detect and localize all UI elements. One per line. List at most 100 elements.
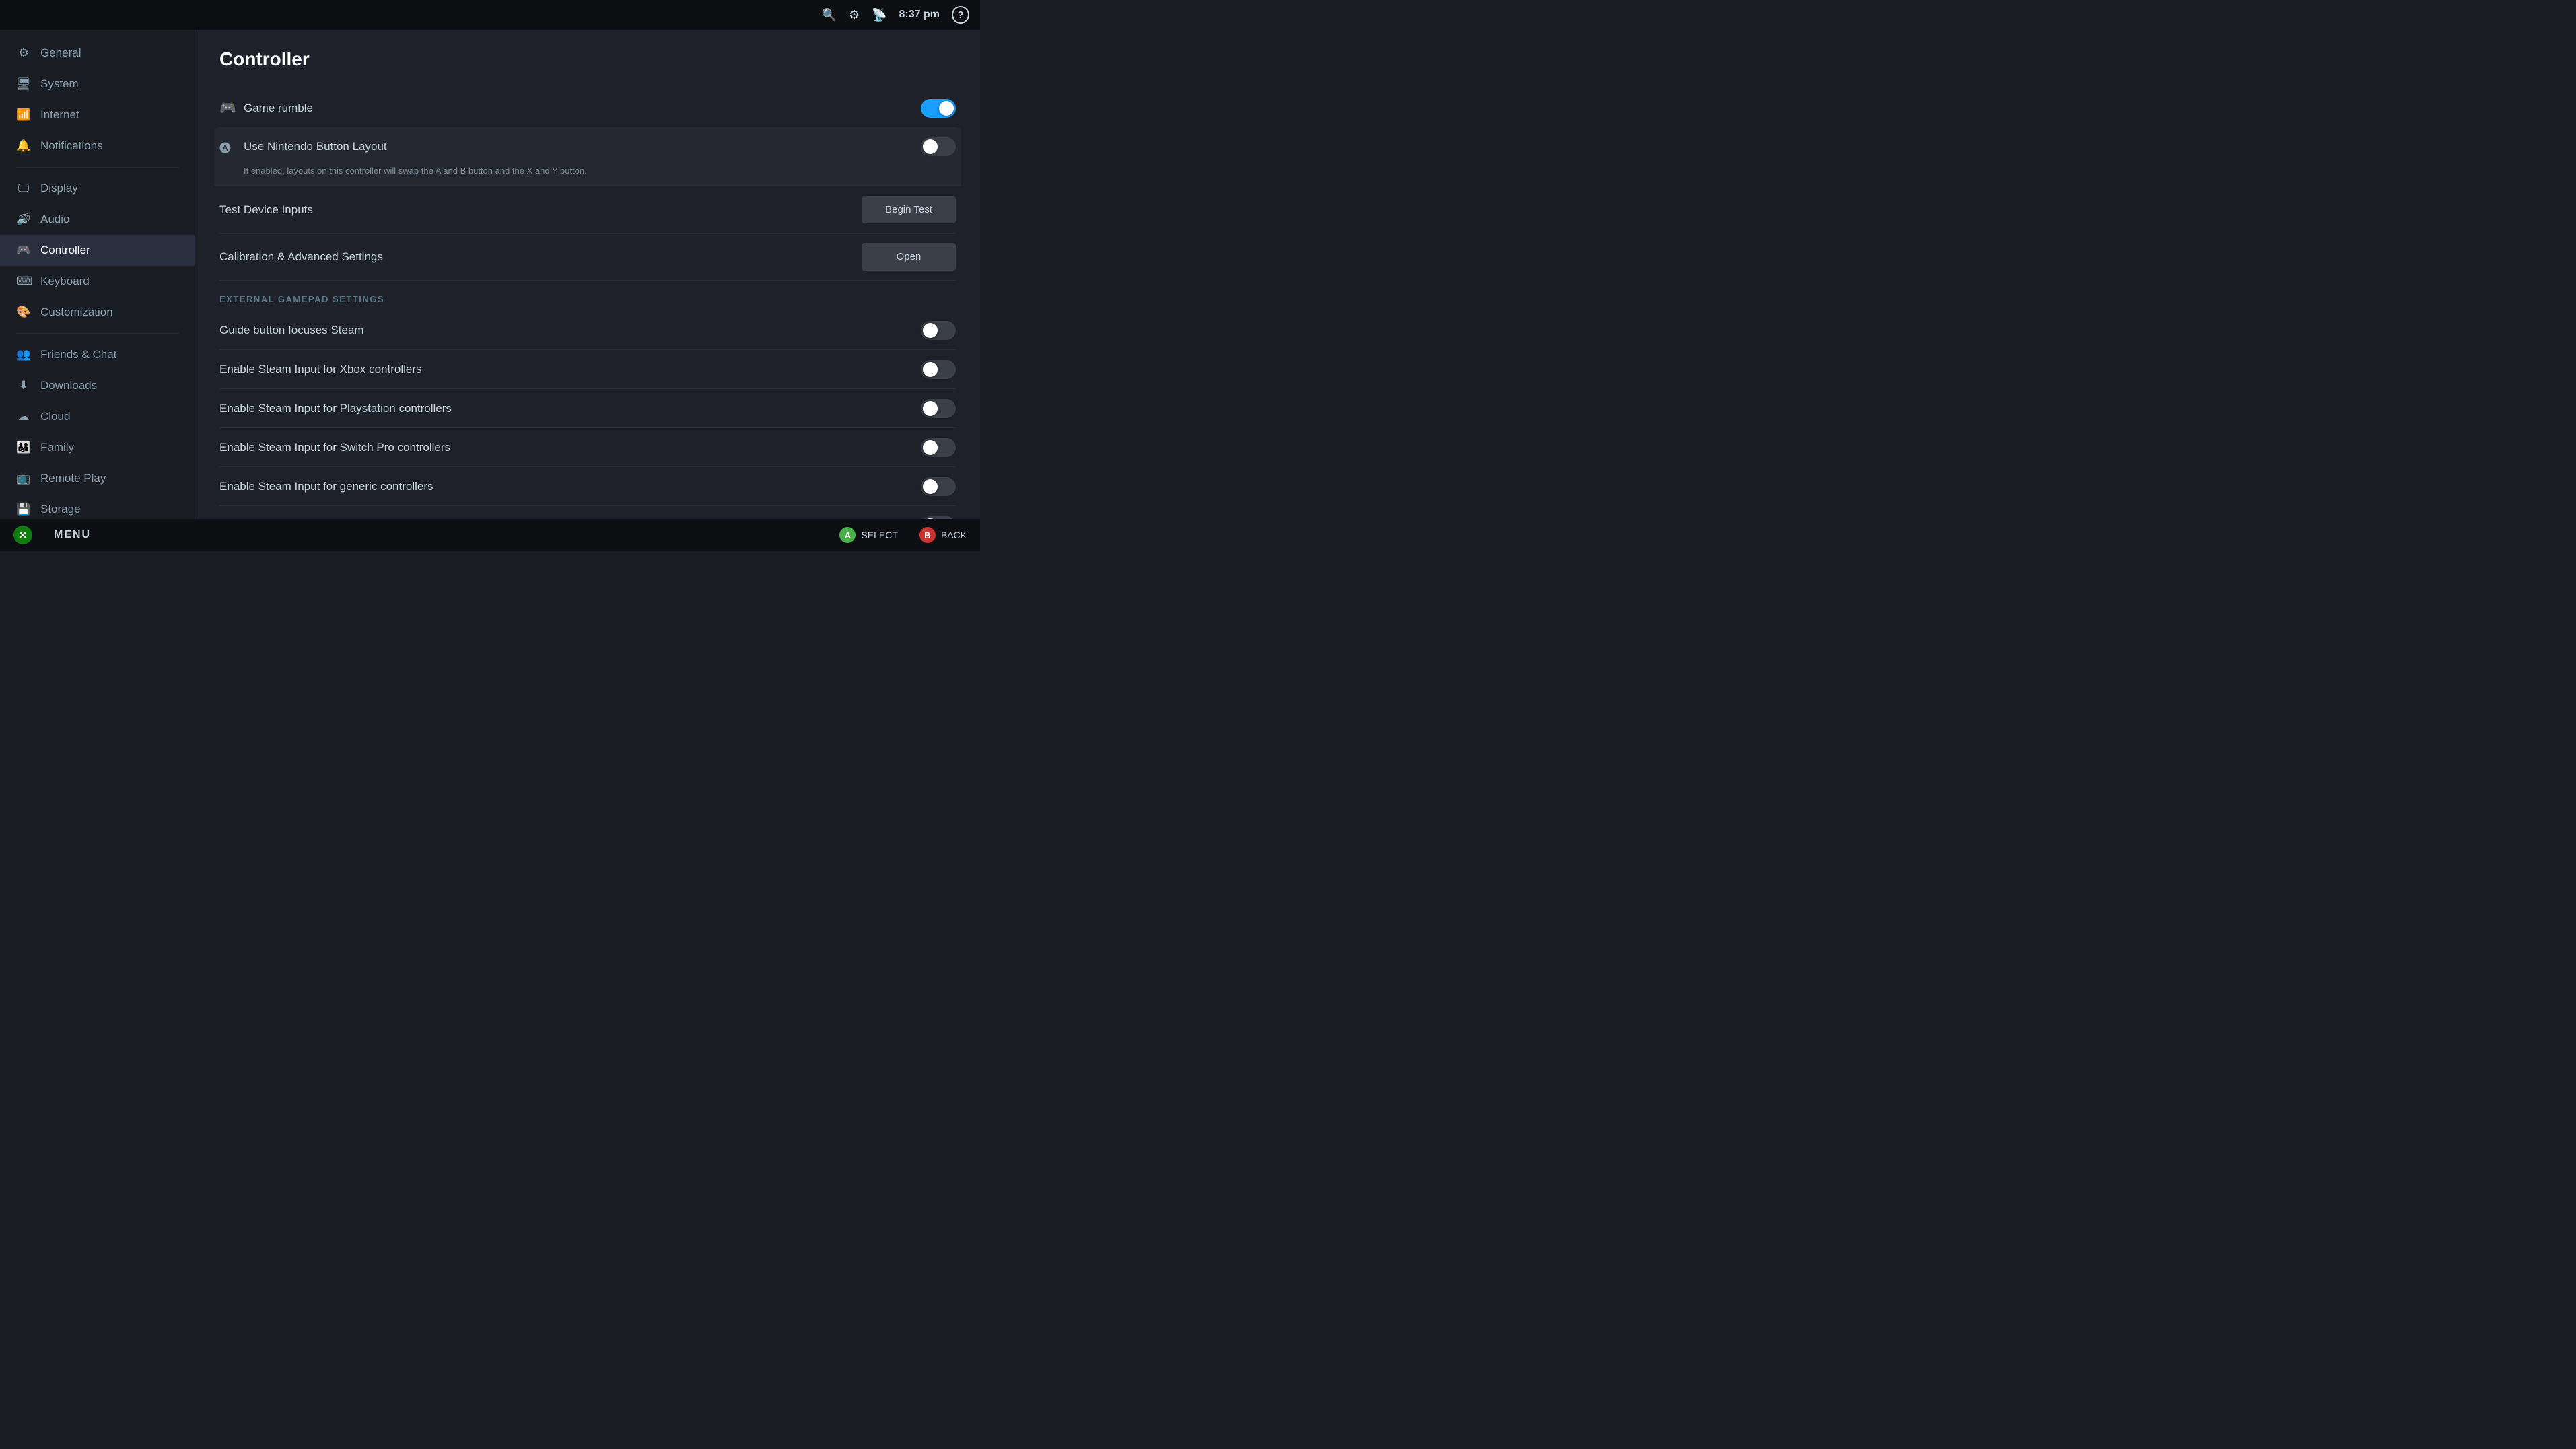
ps-input-toggle[interactable] [921, 399, 956, 418]
nintendo-layout-toggle[interactable] [921, 137, 956, 156]
sidebar-item-cloud[interactable]: ☁ Cloud [0, 401, 195, 432]
test-device-label: Test Device Inputs [219, 203, 862, 217]
game-rumble-label: Game rumble [244, 102, 921, 115]
keyboard-icon: ⌨ [16, 275, 31, 288]
topbar: 🔍 ⚙ 📡 8:37 pm ? [0, 0, 980, 30]
guide-button-label: Guide button focuses Steam [219, 324, 921, 337]
sidebar-divider-1 [16, 167, 178, 168]
internet-icon: 📶 [16, 108, 31, 122]
setting-row-ps-input: Enable Steam Input for Playstation contr… [219, 389, 956, 428]
help-button[interactable]: ? [952, 6, 969, 24]
switch-input-toggle[interactable] [921, 438, 956, 457]
back-label: BACK [941, 530, 967, 540]
friends-icon: 👥 [16, 348, 31, 361]
nintendo-layout-description: If enabled, layouts on this controller w… [214, 166, 961, 186]
sidebar-label-friends: Friends & Chat [40, 348, 116, 361]
calibration-label: Calibration & Advanced Settings [219, 250, 862, 264]
page-title: Controller [219, 48, 956, 70]
search-icon[interactable]: 🔍 [822, 8, 837, 22]
sidebar: ⚙ General 🖥 System 📶 Internet 🔔 Notifica… [0, 30, 195, 551]
sidebar-item-family[interactable]: 👨‍👩‍👧 Family [0, 432, 195, 463]
sidebar-label-audio: Audio [40, 213, 69, 226]
setting-row-calibration: Calibration & Advanced Settings Open [219, 234, 956, 281]
sidebar-label-display: Display [40, 182, 78, 195]
nintendo-icon: 🅐 [219, 139, 244, 155]
ps-input-toggle-knob [923, 401, 938, 416]
family-icon: 👨‍👩‍👧 [16, 441, 31, 454]
nintendo-layout-label: Use Nintendo Button Layout [244, 140, 921, 153]
setting-row-guide-button: Guide button focuses Steam [219, 311, 956, 350]
sidebar-label-notifications: Notifications [40, 139, 103, 153]
switch-input-toggle-knob [923, 440, 938, 455]
sidebar-item-audio[interactable]: 🔊 Audio [0, 204, 195, 235]
notifications-icon: 🔔 [16, 139, 31, 153]
bottombar-action-select: A SELECT [839, 527, 897, 543]
sidebar-label-cloud: Cloud [40, 410, 70, 423]
audio-icon: 🔊 [16, 213, 31, 226]
cloud-icon: ☁ [16, 410, 31, 423]
sidebar-item-customization[interactable]: 🎨 Customization [0, 297, 195, 328]
customization-icon: 🎨 [16, 306, 31, 319]
downloads-icon: ⬇ [16, 379, 31, 392]
sidebar-label-internet: Internet [40, 108, 79, 122]
sidebar-label-controller: Controller [40, 244, 90, 257]
sidebar-label-system: System [40, 77, 79, 91]
setting-row-xbox-input: Enable Steam Input for Xbox controllers [219, 350, 956, 389]
app-layout: ⚙ General 🖥 System 📶 Internet 🔔 Notifica… [0, 30, 980, 551]
guide-button-toggle[interactable] [921, 321, 956, 340]
sidebar-label-downloads: Downloads [40, 379, 97, 392]
xbox-input-toggle[interactable] [921, 360, 956, 379]
begin-test-button[interactable]: Begin Test [862, 196, 956, 223]
setting-row-game-rumble: 🎮 Game rumble [219, 89, 956, 128]
sidebar-item-notifications[interactable]: 🔔 Notifications [0, 131, 195, 162]
sidebar-item-display[interactable]: 🖵 Display [0, 173, 195, 204]
nintendo-layout-toggle-knob [923, 139, 938, 154]
sidebar-label-general: General [40, 46, 81, 60]
sidebar-label-storage: Storage [40, 503, 81, 516]
general-icon: ⚙ [16, 46, 31, 60]
setting-row-nintendo-layout: 🅐 Use Nintendo Button Layout If enabled,… [214, 128, 961, 186]
bottombar-action-back: B BACK [919, 527, 967, 543]
display-icon: 🖵 [16, 182, 31, 195]
controller-icon: 🎮 [16, 244, 31, 257]
storage-icon: 💾 [16, 503, 31, 516]
sidebar-divider-2 [16, 333, 178, 334]
generic-input-toggle[interactable] [921, 477, 956, 496]
external-gamepad-header: EXTERNAL GAMEPAD SETTINGS [219, 281, 956, 311]
main-content: Controller 🎮 Game rumble 🅐 Use Nintendo … [195, 30, 980, 551]
generic-input-label: Enable Steam Input for generic controlle… [219, 480, 921, 493]
sidebar-item-general[interactable]: ⚙ General [0, 38, 195, 69]
sidebar-label-keyboard: Keyboard [40, 275, 90, 288]
xbox-input-toggle-knob [923, 362, 938, 377]
sidebar-item-controller[interactable]: 🎮 Controller [0, 235, 195, 266]
broadcast-icon[interactable]: 📡 [872, 8, 886, 22]
select-button-icon[interactable]: A [839, 527, 856, 543]
system-icon: 🖥 [16, 77, 31, 91]
guide-button-toggle-knob [923, 323, 938, 338]
game-rumble-icon: 🎮 [219, 100, 244, 116]
sidebar-item-downloads[interactable]: ⬇ Downloads [0, 370, 195, 401]
topbar-time: 8:37 pm [899, 9, 940, 21]
setting-row-switch-input: Enable Steam Input for Switch Pro contro… [219, 428, 956, 467]
sidebar-label-family: Family [40, 441, 74, 454]
sidebar-item-keyboard[interactable]: ⌨ Keyboard [0, 266, 195, 297]
game-rumble-toggle[interactable] [921, 99, 956, 118]
sidebar-label-customization: Customization [40, 306, 113, 319]
sidebar-item-internet[interactable]: 📶 Internet [0, 100, 195, 131]
bottombar-menu-label: MENU [54, 529, 91, 541]
ps-input-label: Enable Steam Input for Playstation contr… [219, 402, 921, 415]
sidebar-item-system[interactable]: 🖥 System [0, 69, 195, 100]
sidebar-item-remoteplay[interactable]: 📺 Remote Play [0, 463, 195, 494]
settings-icon[interactable]: ⚙ [849, 8, 860, 22]
sidebar-label-remoteplay: Remote Play [40, 472, 106, 485]
bottombar: ✕ MENU A SELECT B BACK [0, 519, 980, 551]
game-rumble-toggle-knob [939, 101, 954, 116]
switch-input-label: Enable Steam Input for Switch Pro contro… [219, 441, 921, 454]
xbox-logo-icon: ✕ [13, 526, 32, 544]
setting-row-generic-input: Enable Steam Input for generic controlle… [219, 467, 956, 506]
back-button-icon[interactable]: B [919, 527, 936, 543]
xbox-input-label: Enable Steam Input for Xbox controllers [219, 363, 921, 376]
setting-row-test-device: Test Device Inputs Begin Test [219, 186, 956, 234]
sidebar-item-friends[interactable]: 👥 Friends & Chat [0, 339, 195, 370]
open-calibration-button[interactable]: Open [862, 243, 956, 271]
